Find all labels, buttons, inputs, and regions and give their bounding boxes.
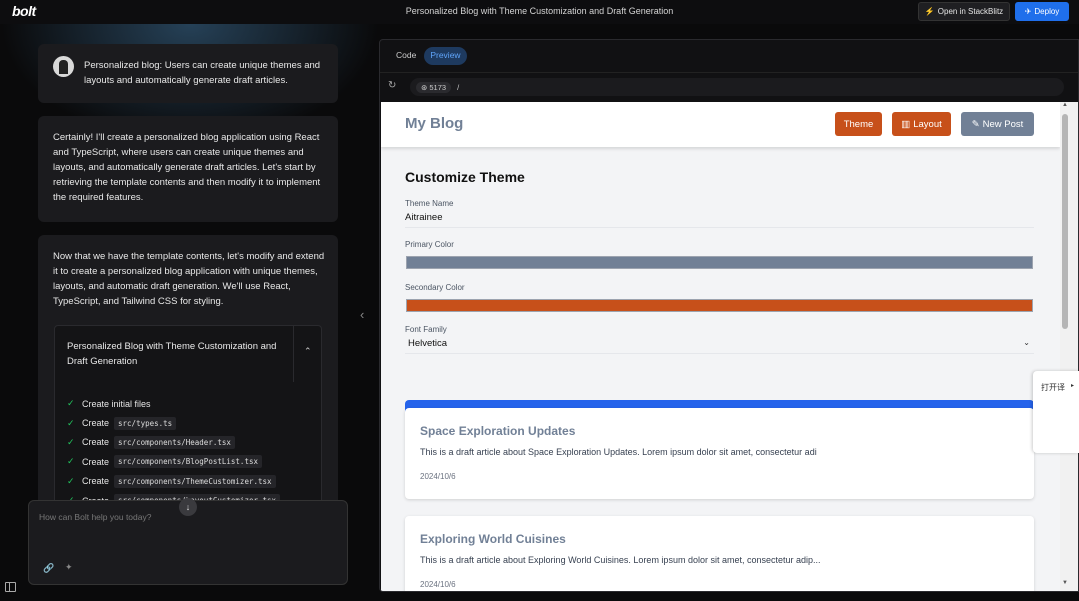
pencil-icon: ✎: [971, 118, 980, 130]
chat-panel: Personalized blog: Users can create uniq…: [0, 24, 380, 601]
primary-color-picker[interactable]: [406, 256, 1033, 269]
scroll-down-arrow-icon[interactable]: ▼: [1062, 580, 1068, 586]
chevron-up-icon[interactable]: ⌃: [304, 346, 312, 357]
port-badge[interactable]: ⊛ 5173: [416, 81, 452, 93]
top-bar: bolt Personalized Blog with Theme Custom…: [0, 0, 1079, 24]
list-item: ✓ Create src/components/ThemeCustomizer.…: [67, 472, 317, 491]
tab-preview[interactable]: Preview: [424, 47, 467, 65]
chevron-right-icon: ▸: [1071, 383, 1075, 389]
secondary-color-picker[interactable]: [406, 299, 1033, 312]
blog-header: My Blog Theme ▥ Layout ✎ New Post: [381, 102, 1060, 147]
sidebar-toggle-icon[interactable]: [5, 582, 16, 592]
user-message: Personalized blog: Users can create uniq…: [38, 44, 338, 103]
font-family-select[interactable]: Helvetica ⌄: [405, 338, 1034, 354]
chevron-left-icon[interactable]: ‹: [360, 307, 364, 322]
address-bar: ↻ ⊛ 5173 /: [380, 72, 1078, 100]
reload-icon[interactable]: ↻: [388, 80, 396, 91]
rocket-icon: ✈: [1024, 7, 1032, 16]
open-stackblitz-button[interactable]: ⚡ Open in StackBlitz: [918, 2, 1010, 21]
post-title[interactable]: Exploring World Cuisines: [420, 532, 566, 546]
theme-name-input[interactable]: Aitrainee: [405, 212, 1034, 228]
post-title[interactable]: Space Exploration Updates: [420, 424, 575, 438]
preview-scrollbar[interactable]: ▲ ▼: [1060, 102, 1078, 591]
lightning-icon: ⚡: [924, 7, 935, 16]
file-path[interactable]: src/components/Header.tsx: [114, 435, 235, 449]
assistant-message-text: Certainly! I'll create a personalized bl…: [53, 132, 321, 203]
scroll-down-icon[interactable]: ↓: [179, 498, 197, 516]
translate-extension-tab[interactable]: 打开译 ▸: [1033, 371, 1079, 453]
post-excerpt: This is a draft article about Space Expl…: [420, 447, 817, 457]
post-date: 2024/10/6: [420, 472, 456, 481]
chat-input[interactable]: How can Bolt help you today?: [39, 512, 151, 522]
font-family-label: Font Family: [405, 325, 447, 334]
primary-color-label: Primary Color: [405, 240, 454, 249]
file-path[interactable]: src/types.ts: [114, 416, 177, 430]
deploy-button[interactable]: ✈ Deploy: [1015, 2, 1069, 21]
blog-preview: My Blog Theme ▥ Layout ✎ New Post Custom…: [381, 102, 1060, 591]
assistant-message: Certainly! I'll create a personalized bl…: [38, 116, 338, 222]
tab-code[interactable]: Code: [390, 47, 422, 65]
layout-icon: ▥: [901, 118, 911, 130]
secondary-color-label: Secondary Color: [405, 283, 465, 292]
artifact-title: Personalized Blog with Theme Customizati…: [67, 341, 277, 367]
avatar: [53, 56, 74, 77]
check-icon: ✓: [67, 436, 75, 447]
sparkle-icon[interactable]: ✦: [65, 562, 73, 573]
check-icon: ✓: [67, 417, 75, 428]
list-item: ✓ Create src/types.ts: [67, 413, 317, 432]
translate-label: 打开译: [1041, 383, 1065, 392]
file-path[interactable]: src/components/ThemeCustomizer.tsx: [114, 474, 276, 488]
layout-button[interactable]: ▥ Layout: [892, 112, 951, 136]
assistant-message-text: Now that we have the template contents, …: [53, 251, 325, 307]
check-icon: ✓: [67, 456, 75, 467]
user-message-text: Personalized blog: Users can create uniq…: [84, 60, 321, 86]
customizer-title: Customize Theme: [405, 169, 525, 185]
assistant-message: Now that we have the template contents, …: [38, 235, 338, 535]
post-date: 2024/10/6: [420, 580, 456, 589]
new-post-button[interactable]: ✎ New Post: [961, 112, 1034, 136]
check-icon: ✓: [67, 398, 75, 409]
list-item: ✓ Create initial files: [67, 398, 151, 409]
chevron-down-icon: ⌄: [1023, 338, 1030, 347]
url-path: /: [457, 82, 460, 92]
blog-brand[interactable]: My Blog: [405, 115, 463, 132]
post-card[interactable]: Exploring World Cuisines This is a draft…: [405, 516, 1034, 591]
scroll-up-icon[interactable]: ▲: [1062, 102, 1068, 108]
theme-button[interactable]: Theme: [835, 112, 882, 136]
action-list: ✓ Create initial files ✓ Create src/type…: [67, 394, 317, 510]
post-card[interactable]: Space Exploration Updates This is a draf…: [405, 408, 1034, 499]
divider: [293, 326, 294, 382]
file-path[interactable]: src/components/BlogPostList.tsx: [114, 455, 262, 469]
scroll-thumb[interactable]: [1062, 114, 1068, 329]
theme-name-label: Theme Name: [405, 199, 454, 208]
workbench-panel: Code Preview ↻ ⊛ 5173 / My Blog Theme ▥ …: [379, 39, 1079, 592]
post-excerpt: This is a draft article about Exploring …: [420, 555, 821, 565]
check-icon: ✓: [67, 475, 75, 486]
list-item: ✓ Create src/components/BlogPostList.tsx: [67, 452, 317, 471]
list-item: ✓ Create src/components/Header.tsx: [67, 433, 317, 452]
link-icon[interactable]: 🔗: [43, 563, 54, 574]
url-input[interactable]: ⊛ 5173 /: [410, 78, 1064, 96]
view-tabs: Code Preview: [390, 47, 467, 65]
